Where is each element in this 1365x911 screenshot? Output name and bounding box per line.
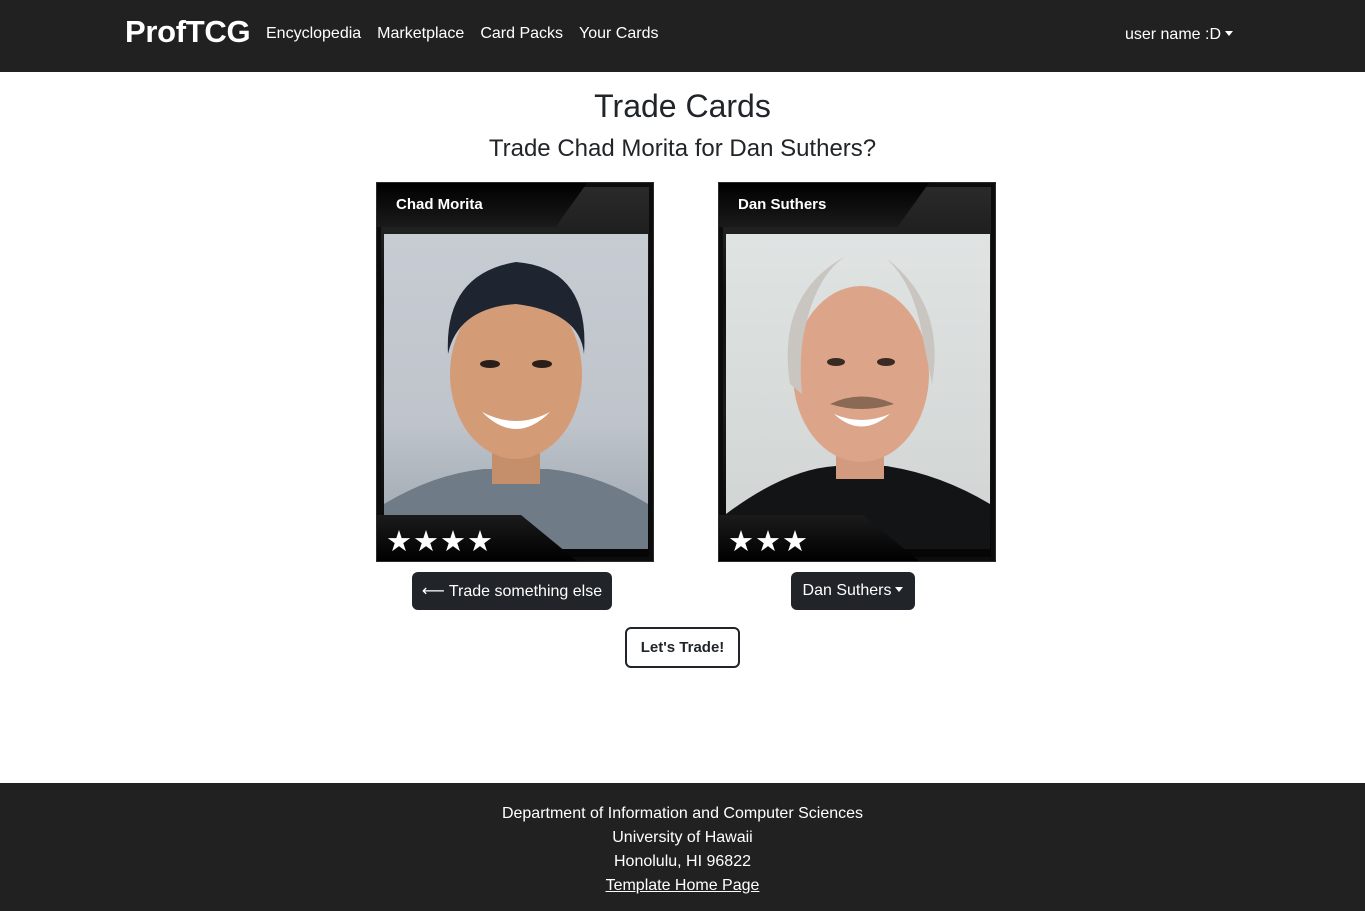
footer-department: Department of Information and Computer S… (501, 805, 864, 822)
user-menu-dropdown[interactable]: user name :D (1125, 26, 1233, 44)
card-name-banner: Dan Suthers (719, 183, 929, 227)
brand-logo[interactable]: ProfTCG (125, 14, 251, 50)
trade-something-else-label: Trade something else (448, 583, 603, 600)
caret-down-icon (895, 587, 904, 592)
template-home-link[interactable]: Template Home Page (606, 877, 760, 894)
footer: Department of Information and Computer S… (0, 783, 1365, 911)
card-select-value: Dan Suthers (802, 582, 892, 599)
card-portrait-image (726, 234, 990, 549)
portrait-svg (384, 262, 648, 549)
arrow-left-icon: ⟵ (421, 581, 445, 600)
nav-link-encyclopedia[interactable]: Encyclopedia (266, 25, 361, 43)
trade-card-offered: Chad Morita ★★★★ (376, 182, 654, 562)
star-rating: ★★★ (728, 524, 809, 558)
card-name: Chad Morita (396, 196, 483, 213)
trade-something-else-button[interactable]: ⟵ Trade something else (412, 572, 612, 610)
card-portrait-image (384, 234, 648, 549)
lets-trade-button[interactable]: Let's Trade! (625, 627, 740, 668)
portrait-svg (726, 256, 990, 549)
page-title: Trade Cards (594, 88, 771, 124)
card-select-dropdown[interactable]: Dan Suthers (791, 572, 915, 610)
trade-question: Trade Chad Morita for Dan Suthers? (488, 135, 877, 162)
nav-link-marketplace[interactable]: Marketplace (377, 25, 464, 43)
caret-down-icon (1225, 31, 1233, 36)
card-name-banner: Chad Morita (377, 183, 587, 227)
nav-link-card-packs[interactable]: Card Packs (480, 25, 563, 43)
star-rating: ★★★★ (386, 524, 494, 558)
footer-address: Honolulu, HI 96822 (614, 853, 751, 870)
footer-text: Department of Information and Computer S… (0, 783, 1365, 898)
footer-university: University of Hawaii (612, 829, 753, 846)
card-name: Dan Suthers (738, 196, 827, 213)
nav-links: Encyclopedia Marketplace Card Packs Your… (266, 25, 674, 43)
nav-link-your-cards[interactable]: Your Cards (579, 25, 658, 43)
user-menu-label: user name :D (1124, 26, 1221, 43)
trade-card-requested: Dan Suthers ★★★ (718, 182, 996, 562)
navbar: ProfTCG Encyclopedia Marketplace Card Pa… (0, 0, 1365, 72)
